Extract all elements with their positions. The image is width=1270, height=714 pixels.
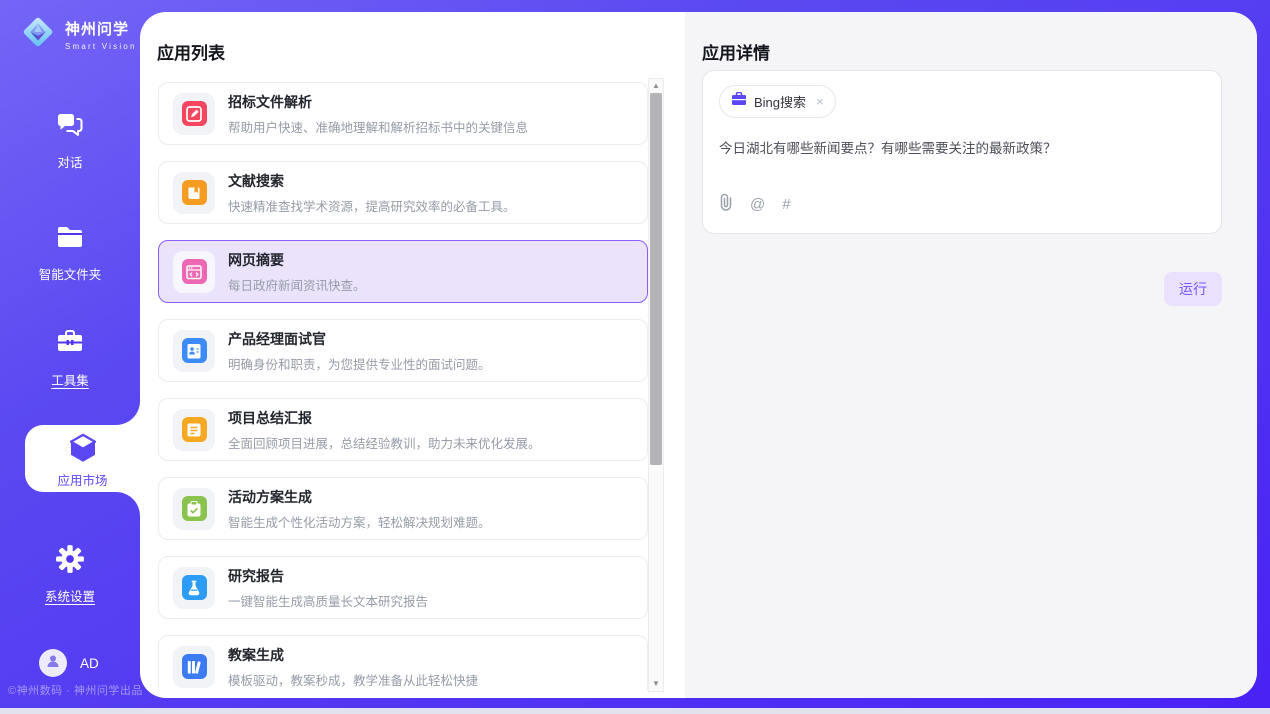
app-icon-box: [173, 93, 215, 135]
app-list: 招标文件解析 帮助用户快速、准确地理解和解析招标书中的关键信息 文献搜索 快速精…: [158, 82, 648, 690]
app-list-item[interactable]: 活动方案生成 智能生成个性化活动方案，轻松解决规划难题。: [158, 477, 648, 540]
books-icon: [182, 654, 207, 679]
toolbox-icon: [55, 345, 85, 362]
app-description: 明确身份和职责，为您提供专业性的面试问题。: [228, 354, 491, 373]
scroll-down-icon[interactable]: ▼: [649, 677, 663, 691]
app-list-item[interactable]: 招标文件解析 帮助用户快速、准确地理解和解析招标书中的关键信息: [158, 82, 648, 145]
app-name: 招标文件解析: [228, 92, 528, 112]
sidebar-item-settings[interactable]: 系统设置: [0, 544, 140, 605]
app-description: 模板驱动，教案秒成，教学准备从此轻松快捷: [228, 670, 478, 689]
app-name: 教案生成: [228, 645, 478, 665]
cube-icon: [67, 451, 99, 468]
tab-curve-top: [116, 401, 140, 425]
at-icon[interactable]: @: [750, 196, 765, 213]
folder-icon: [55, 239, 85, 256]
app-description: 快速精准查找学术资源，提高研究效率的必备工具。: [228, 196, 516, 215]
brand-subtitle: Smart Vision: [65, 42, 137, 51]
app-icon-box: [173, 330, 215, 372]
sidebar-item-app-market[interactable]: 应用市场: [25, 425, 140, 492]
app-icon-box: [173, 409, 215, 451]
user-account[interactable]: AD: [39, 649, 99, 677]
sidebar-item-label: 系统设置: [0, 586, 140, 605]
app-name: 网页摘要: [228, 250, 366, 270]
person-icon: [45, 653, 61, 674]
app-list-item[interactable]: 网页摘要 每日政府新闻资讯快查。: [158, 240, 648, 303]
app-icon-box: [173, 251, 215, 293]
sidebar-item-label: 对话: [0, 152, 140, 171]
web-code-icon: [182, 259, 207, 284]
gear-icon: [55, 561, 85, 578]
sidebar-item-label: 智能文件夹: [0, 264, 140, 283]
book-icon: [182, 180, 207, 205]
app-list-item[interactable]: 研究报告 一键智能生成高质量长文本研究报告: [158, 556, 648, 619]
sidebar-item-smart-folder[interactable]: 智能文件夹: [0, 222, 140, 283]
edit-doc-icon: [182, 101, 207, 126]
brand: 神州问学 Smart Vision: [19, 13, 137, 56]
copyright-footer: ©神州数码 · 神州问学出品: [8, 682, 143, 698]
prompt-card: Bing搜索 × 今日湖北有哪些新闻要点？有哪些需要关注的最新政策？ @ #: [702, 70, 1222, 234]
app-name: 研究报告: [228, 566, 428, 586]
question-input[interactable]: 今日湖北有哪些新闻要点？有哪些需要关注的最新政策？: [719, 137, 1205, 157]
app-description: 帮助用户快速、准确地理解和解析招标书中的关键信息: [228, 117, 528, 136]
remove-tool-icon[interactable]: ×: [816, 95, 824, 108]
app-description: 智能生成个性化活动方案，轻松解决规划难题。: [228, 512, 491, 531]
interview-icon: [182, 338, 207, 363]
scrollbar[interactable]: ▲ ▼: [648, 78, 664, 692]
app-icon-box: [173, 567, 215, 609]
sidebar-item-toolset[interactable]: 工具集: [0, 328, 140, 389]
app-icon-box: [173, 646, 215, 688]
app-detail-title: 应用详情: [702, 39, 770, 64]
app-list-item[interactable]: 教案生成 模板驱动，教案秒成，教学准备从此轻松快捷: [158, 635, 648, 690]
app-name: 活动方案生成: [228, 487, 491, 507]
app-description: 每日政府新闻资讯快查。: [228, 275, 366, 294]
app-detail-section: 应用详情 Bing搜索 × 今日湖北有哪些新闻要点？有哪些需要关注的最新政策？: [685, 12, 1257, 698]
sidebar-item-label: 应用市场: [25, 470, 140, 489]
app-description: 全面回顾项目进展，总结经验教训，助力未来优化发展。: [228, 433, 541, 452]
app-list-item[interactable]: 产品经理面试官 明确身份和职责，为您提供专业性的面试问题。: [158, 319, 648, 382]
clipboard-check-icon: [182, 496, 207, 521]
scrollbar-thumb[interactable]: [650, 93, 662, 465]
app-list-item[interactable]: 项目总结汇报 全面回顾项目进展，总结经验教训，助力未来优化发展。: [158, 398, 648, 461]
app-list-item[interactable]: 文献搜索 快速精准查找学术资源，提高研究效率的必备工具。: [158, 161, 648, 224]
paperclip-icon[interactable]: [719, 193, 733, 215]
tab-curve-bottom: [116, 492, 140, 516]
app-name: 产品经理面试官: [228, 329, 491, 349]
user-name: AD: [80, 656, 99, 671]
app-description: 一键智能生成高质量长文本研究报告: [228, 591, 428, 610]
tool-tag-bing-search[interactable]: Bing搜索 ×: [719, 85, 836, 118]
tool-tag-label: Bing搜索: [754, 92, 806, 111]
main-panel: 应用详情 Bing搜索 × 今日湖北有哪些新闻要点？有哪些需要关注的最新政策？: [140, 12, 1257, 698]
brand-title: 神州问学: [65, 18, 137, 39]
app-list-title: 应用列表: [157, 39, 225, 64]
briefcase-icon: [731, 92, 747, 111]
chat-icon: [55, 127, 85, 144]
avatar: [39, 649, 67, 677]
scroll-up-icon[interactable]: ▲: [649, 79, 663, 93]
app-name: 项目总结汇报: [228, 408, 541, 428]
hash-icon[interactable]: #: [782, 196, 790, 213]
run-button[interactable]: 运行: [1164, 272, 1222, 306]
diamond-logo-icon: [19, 13, 57, 56]
app-icon-box: [173, 172, 215, 214]
sidebar-item-chat[interactable]: 对话: [0, 110, 140, 171]
app-icon-box: [173, 488, 215, 530]
note-icon: [182, 417, 207, 442]
prompt-toolbar: @ #: [719, 193, 791, 215]
sidebar-item-label: 工具集: [0, 370, 140, 389]
app-name: 文献搜索: [228, 171, 516, 191]
report-icon: [182, 575, 207, 600]
